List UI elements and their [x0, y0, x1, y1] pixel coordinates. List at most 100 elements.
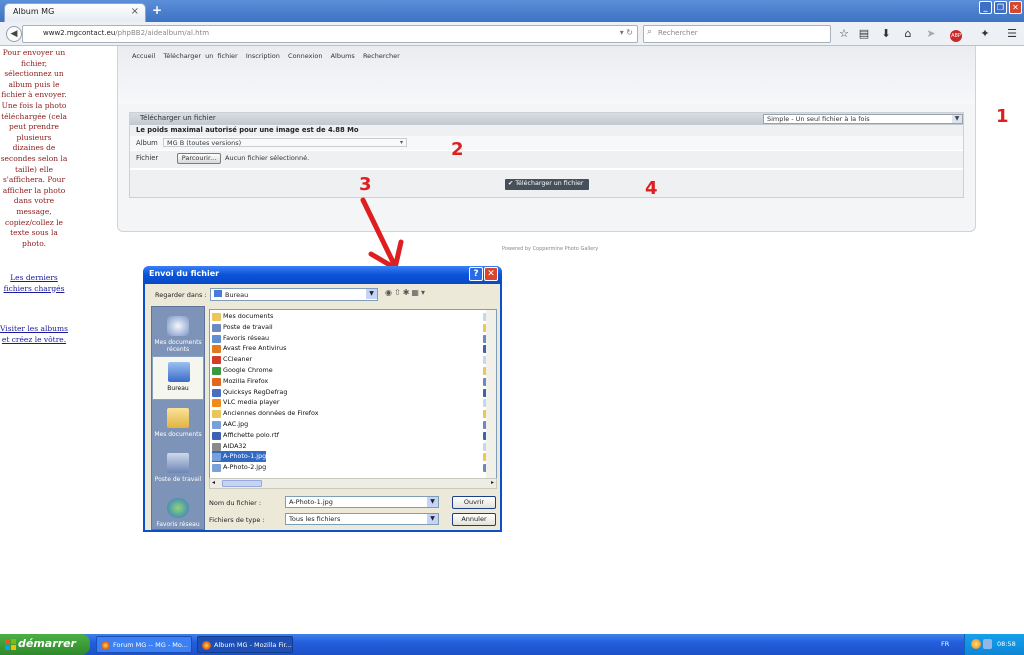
abp-icon[interactable]: ABP	[948, 26, 964, 42]
scroll-right-icon[interactable]: ▸	[491, 479, 494, 486]
help-button[interactable]: ?	[469, 267, 483, 281]
file-name: Poste de travail	[223, 322, 273, 331]
start-label: démarrer	[18, 637, 76, 650]
file-item[interactable]: Poste de travail	[212, 322, 273, 333]
browse-button[interactable]: Parcourir...	[177, 153, 221, 164]
album-label: Album	[136, 139, 158, 147]
place-desktop[interactable]: Bureau	[152, 356, 204, 400]
up-folder-icon[interactable]: ⇧	[394, 288, 403, 297]
download-icon[interactable]: ⬇	[878, 26, 894, 42]
nav-login[interactable]: Connexion	[288, 52, 322, 60]
speaker-icon[interactable]	[983, 639, 992, 649]
reload-icon[interactable]: ▾ ↻	[620, 28, 633, 37]
upload-submit-button[interactable]: ✔ Télécharger un fichier	[505, 179, 589, 190]
puzzle-icon[interactable]: ✦	[977, 26, 993, 42]
file-item[interactable]: Avast Free Antivirus	[212, 343, 286, 354]
file-icon	[212, 377, 221, 386]
reading-list-icon[interactable]: ▤	[856, 26, 872, 42]
language-indicator[interactable]: FR	[941, 640, 949, 648]
file-list-scroll-area[interactable]	[486, 310, 496, 478]
nav-upload[interactable]: Télécharger un fichier	[163, 52, 237, 60]
scrollbar-thumb[interactable]	[222, 480, 262, 487]
view-menu-icon[interactable]: ▦▾	[411, 288, 427, 297]
upload-mode-select[interactable]: Simple - Un seul fichier à la fois ▼	[763, 114, 963, 124]
file-item[interactable]: Quicksys RegDefrag	[212, 387, 287, 398]
sidebar-instructions: Pour envoyer un fichier, sélectionnez un…	[0, 48, 68, 248]
filename-label: Nom du fichier :	[209, 499, 262, 507]
file-name: Avast Free Antivirus	[223, 344, 287, 353]
scroll-left-icon[interactable]: ◂	[212, 479, 215, 486]
star-icon[interactable]: ☆	[836, 26, 852, 42]
firefox-icon	[101, 641, 110, 650]
nav-search[interactable]: Rechercher	[363, 52, 400, 60]
tab-title: Album MG	[13, 7, 55, 16]
start-button[interactable]: démarrer	[0, 634, 90, 655]
place-recent-documents[interactable]: Mes documents récents	[152, 311, 204, 355]
recent-files-link[interactable]: Les derniers fichiers chargés	[0, 273, 68, 294]
filetype-select[interactable]: Tous les fichiers ▼	[285, 513, 439, 525]
taskbar-item-forum[interactable]: Forum MG -- MG - Mo...	[96, 636, 192, 653]
album-select[interactable]: MG B (toutes versions) ▾	[163, 138, 407, 147]
dialog-title: Envoi du fichier	[149, 269, 220, 278]
place-network-label: Favoris réseau	[156, 521, 200, 528]
file-label: Fichier	[136, 154, 159, 162]
file-item[interactable]: VLC media player	[212, 397, 279, 408]
file-item[interactable]: Mes documents	[212, 311, 273, 322]
taskbar-item-label: Album MG - Mozilla Fir...	[214, 641, 292, 649]
lookin-select[interactable]: Bureau ▼	[210, 288, 378, 301]
gallery-nav: Accueil Télécharger un fichier Inscripti…	[132, 52, 400, 60]
file-name: Mes documents	[223, 312, 274, 320]
search-input[interactable]: ⌕ Rechercher	[643, 25, 831, 43]
file-item[interactable]: AIDA32	[212, 441, 247, 452]
dialog-close-button[interactable]: ✕	[484, 267, 498, 281]
cancel-button[interactable]: Annuler	[452, 513, 496, 526]
no-file-text: Aucun fichier sélectionné.	[225, 154, 310, 162]
place-network[interactable]: Favoris réseau	[152, 493, 204, 537]
place-my-computer[interactable]: Poste de travail	[152, 448, 204, 492]
lookin-value: Bureau	[225, 291, 249, 299]
file-item[interactable]: A-Photo-2.jpg	[212, 462, 266, 473]
nav-register[interactable]: Inscription	[246, 52, 280, 60]
tab-close-icon[interactable]: ×	[131, 6, 139, 17]
file-item[interactable]: CCleaner	[212, 354, 252, 365]
file-item[interactable]: AAC.jpg	[212, 419, 248, 430]
taskbar-item-album[interactable]: Album MG - Mozilla Fir...	[197, 636, 293, 653]
file-item[interactable]: Favoris réseau	[212, 333, 269, 344]
file-item[interactable]: Mozilla Firefox	[212, 376, 268, 387]
file-name: AAC.jpg	[223, 420, 249, 428]
file-item[interactable]: Google Chrome	[212, 365, 273, 376]
place-mydocs-label: Mes documents	[154, 431, 202, 438]
nav-albums[interactable]: Albums	[331, 52, 355, 60]
visit-albums-link[interactable]: Visiter les albums et créez le vôtre.	[0, 324, 68, 345]
send-icon[interactable]: ➤	[923, 26, 939, 42]
file-item[interactable]: A-Photo-1.jpg	[212, 451, 267, 463]
filename-input[interactable]: A-Photo-1.jpg ▼	[285, 496, 439, 508]
file-name: AIDA32	[223, 441, 247, 450]
chevron-down-icon: ▼	[366, 289, 377, 299]
back-icon[interactable]: ◉	[385, 288, 394, 297]
open-button[interactable]: Ouvrir	[452, 496, 496, 509]
place-my-documents[interactable]: Mes documents	[152, 403, 204, 447]
file-name: A-Photo-2.jpg	[223, 463, 267, 472]
file-item[interactable]: Affichette polo.rtf	[212, 430, 279, 441]
menu-icon[interactable]: ☰	[1004, 26, 1020, 42]
file-item[interactable]: Anciennes données de Firefox	[212, 408, 319, 419]
annotation-3: 3	[359, 174, 372, 195]
url-bar[interactable]: www2.mgcontact.eu/phpBB2/aidealbum/al.ht…	[22, 25, 638, 43]
maximize-button[interactable]: ❐	[994, 1, 1007, 14]
place-recent-label: Mes documents récents	[154, 339, 202, 353]
horizontal-scrollbar[interactable]: ◂ ▸	[209, 478, 497, 489]
nav-home[interactable]: Accueil	[132, 52, 155, 60]
clock: 08:58	[997, 640, 1016, 648]
filename-value: A-Photo-1.jpg	[289, 498, 333, 506]
new-tab-button[interactable]: +	[149, 3, 165, 18]
tray-app-icon[interactable]	[971, 639, 981, 649]
close-window-button[interactable]: ✕	[1009, 1, 1022, 14]
minimize-button[interactable]: _	[979, 1, 992, 14]
home-icon[interactable]: ⌂	[900, 26, 916, 42]
firefox-icon	[202, 641, 211, 650]
form-title-text: Télécharger un fichier	[140, 114, 216, 122]
back-button[interactable]: ◀	[6, 26, 22, 42]
tab-album-mg[interactable]: Album MG ×	[4, 3, 146, 22]
file-name: Google Chrome	[223, 366, 273, 374]
